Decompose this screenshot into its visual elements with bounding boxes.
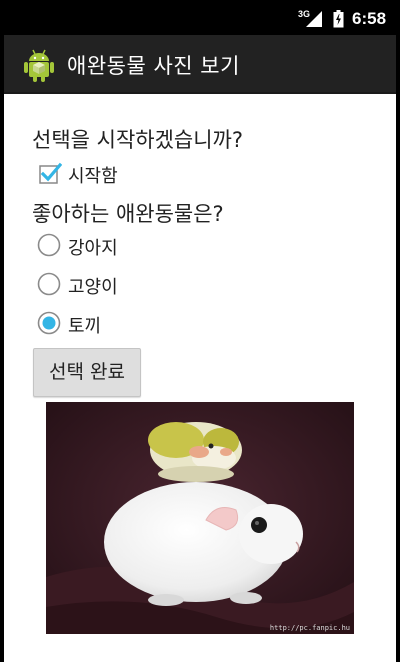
clock: 6:58: [352, 9, 387, 28]
app-title: 애완동물 사진 보기: [67, 54, 240, 78]
start-question: 선택을 시작하겠습니까?: [32, 128, 244, 152]
checkbox-checked-icon[interactable]: [38, 162, 63, 190]
radio-cat-label: 고양이: [68, 277, 118, 298]
radio-selected-icon[interactable]: [36, 310, 62, 340]
signal-icon: [306, 11, 322, 31]
submit-button[interactable]: 선택 완료: [33, 348, 141, 397]
action-bar: 애완동물 사진 보기: [4, 35, 396, 94]
radio-unselected-icon[interactable]: [36, 271, 62, 301]
radio-unselected-icon[interactable]: [36, 232, 62, 262]
main-content: 선택을 시작하겠습니까? 시작함 좋아하는 애완동물은? 강아지 고양이 토끼 …: [4, 94, 396, 662]
pet-question: 좋아하는 애완동물은?: [32, 202, 224, 226]
radio-dog-label: 강아지: [68, 238, 118, 259]
image-watermark: http://pc.fanpic.hu: [269, 624, 350, 632]
pet-photo: http://pc.fanpic.hu: [46, 402, 354, 634]
start-checkbox-label: 시작함: [68, 166, 118, 187]
guinea-pig-image: [46, 402, 354, 634]
radio-rabbit-label: 토끼: [68, 316, 102, 337]
battery-icon: [333, 10, 344, 32]
status-bar: 3G 6:58: [0, 0, 400, 35]
android-icon: [23, 47, 55, 87]
